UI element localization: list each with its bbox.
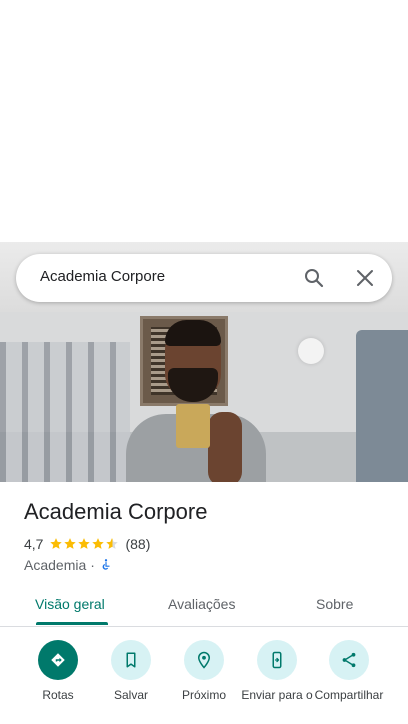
save-button[interactable]: Salvar	[91, 640, 171, 702]
rating-stars	[49, 537, 119, 551]
search-bar[interactable]: Academia Corpore	[16, 254, 392, 302]
place-category: Academia	[24, 557, 87, 573]
map-blank-area	[0, 0, 408, 242]
tab-reviews[interactable]: Avaliações	[168, 596, 235, 612]
directions-label: Rotas	[42, 688, 74, 702]
star-icon	[50, 538, 63, 549]
send-to-phone-icon	[257, 640, 297, 680]
star-half-icon	[106, 538, 119, 549]
search-query[interactable]: Academia Corpore	[40, 268, 165, 285]
share-icon	[329, 640, 369, 680]
star-icon	[92, 538, 105, 549]
tabs-divider	[0, 626, 408, 627]
category-row: Academia ·	[24, 556, 113, 574]
save-label: Salvar	[113, 688, 148, 702]
separator: ·	[90, 557, 95, 573]
send-to-phone-label: Enviar para o	[241, 688, 313, 702]
tabs-bar: Visão geral Avaliações Sobre	[0, 588, 408, 626]
action-buttons: Rotas Salvar Próximo Enviar para o Compa…	[0, 640, 408, 724]
bookmark-icon	[111, 640, 151, 680]
nearby-icon	[184, 640, 224, 680]
tab-about[interactable]: Sobre	[316, 596, 353, 612]
search-icon[interactable]	[302, 266, 326, 290]
review-count[interactable]: (88)	[125, 536, 150, 552]
rating-value: 4,7	[24, 536, 44, 552]
send-to-phone-button[interactable]: Enviar para o	[237, 640, 317, 702]
tab-overview[interactable]: Visão geral	[35, 596, 105, 612]
share-button[interactable]: Compartilhar	[309, 640, 389, 702]
nearby-label: Próximo	[181, 688, 226, 702]
nearby-button[interactable]: Próximo	[164, 640, 244, 702]
star-icon	[78, 538, 91, 549]
rating-row[interactable]: 4,7 (88)	[24, 535, 150, 553]
tab-active-indicator	[36, 622, 108, 625]
directions-button[interactable]: Rotas	[18, 640, 98, 702]
wheelchair-accessible-icon	[102, 559, 110, 570]
place-title: Academia Corpore	[24, 499, 208, 524]
close-icon[interactable]	[353, 266, 377, 290]
directions-icon	[38, 640, 78, 680]
star-icon	[64, 538, 77, 549]
share-label: Compartilhar	[314, 688, 384, 702]
